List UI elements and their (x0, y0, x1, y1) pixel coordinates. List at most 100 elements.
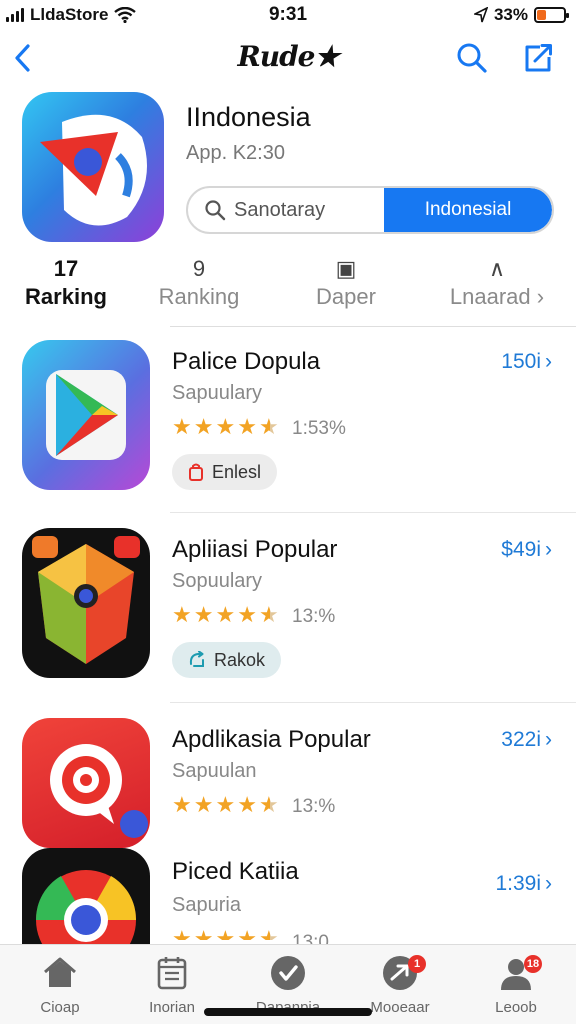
arrow-icon: 1 (350, 953, 450, 993)
star-icon: ★ (172, 414, 192, 439)
star-icon: ★ (215, 792, 236, 817)
price-label: 1:39i (495, 872, 541, 895)
star-half-icon: ★ (258, 414, 279, 439)
star-half-icon: ★ (258, 602, 279, 627)
star-icon: ★ (193, 602, 214, 627)
star-icon: ★ (215, 414, 236, 439)
bag-icon (189, 463, 203, 481)
app-title: Apdlikasia Popular (172, 726, 371, 753)
rating-count: 13:% (292, 796, 336, 817)
chevron-right-icon: › (545, 728, 552, 751)
search-placeholder: Sanotaray (234, 198, 326, 221)
app-title: Apliiasi Popular (172, 536, 338, 563)
rating-stars: ★★★★★ (172, 604, 279, 626)
bottom-tab-calendar[interactable]: Inorian (122, 953, 222, 1016)
bottom-tab-updates[interactable]: 1 Mooeaar (350, 953, 450, 1016)
price-label: $49i (501, 538, 541, 561)
tab-ranking-active[interactable]: 17 Rarking (18, 254, 114, 310)
battery-percent: 33% (493, 5, 528, 24)
status-bar: LldaStore 9:31 33% (0, 0, 576, 30)
status-right: 33% (473, 5, 569, 25)
star-half-icon: ★ (258, 792, 279, 817)
app-subtitle: Sopuulary (172, 570, 263, 592)
home-indicator[interactable] (204, 1008, 372, 1016)
app-icon[interactable] (22, 92, 164, 242)
action-button-label: Enlesl (212, 461, 262, 482)
rating-count: 13:0 (292, 932, 329, 944)
price-link[interactable]: 150i › (501, 350, 552, 374)
tab-icon: 17 (53, 256, 79, 281)
tab-icon: ▣ (335, 256, 357, 281)
star-icon: ★ (237, 602, 257, 627)
app-title: Piced Katiia (172, 858, 299, 885)
share-icon[interactable] (520, 40, 556, 76)
app-icon (22, 718, 150, 848)
app-icon (22, 340, 150, 490)
tab-daper[interactable]: ▣ Daper (300, 254, 392, 310)
search-field[interactable]: Sanotaray (188, 188, 384, 232)
price-label: 322i (501, 728, 541, 751)
star-icon: ★ (172, 602, 192, 627)
row-divider (170, 512, 576, 513)
app-subtitle: Sapuulan (172, 760, 257, 782)
bottom-tab-profile[interactable]: 18 Leoob (466, 953, 566, 1016)
app-logo-icon (40, 114, 147, 226)
chevron-right-icon: › (536, 284, 545, 309)
action-button-label: Rakok (214, 649, 266, 670)
tab-label: Ranking (158, 284, 240, 309)
chrome-app-icon (35, 870, 137, 944)
star-icon: ★ (193, 414, 214, 439)
rating-stars: ★★★★★ (172, 416, 279, 438)
refresh-icon (189, 651, 204, 667)
tab-icon: 9 (192, 256, 206, 281)
bottom-tab-check[interactable]: Dapanpia (238, 953, 338, 1016)
app-title: Palice Dopula (172, 348, 321, 375)
segmented-control: Sanotaray Indonesial (186, 186, 554, 234)
rating-stars: ★★★★★ (172, 794, 279, 816)
category-tabs: 17 Rarking 9 Ranking ▣ Daper ∧ Lnaarad › (0, 254, 576, 324)
star-icon: ★ (194, 928, 214, 940)
person-icon: 18 (466, 953, 566, 993)
calendar-icon (122, 953, 222, 993)
search-icon[interactable] (454, 40, 490, 76)
cube-app-icon (32, 536, 140, 664)
star-icon: ★ (215, 602, 236, 627)
star-icon: ★ (237, 792, 257, 817)
action-button[interactable]: Enlesl (172, 454, 278, 490)
chevron-right-icon: › (545, 538, 552, 561)
tab-ranking[interactable]: 9 Ranking (150, 254, 248, 310)
app-icon (22, 528, 150, 678)
location-icon (473, 7, 488, 23)
tab-lnaarad[interactable]: ∧ Lnaarad › (438, 254, 556, 310)
chevron-right-icon: › (545, 350, 552, 373)
bottom-tab-home[interactable]: Cioap (10, 953, 110, 1016)
app-subtitle: App. K2:30 (186, 142, 285, 164)
checkmark-icon (238, 953, 338, 993)
price-link[interactable]: $49i › (501, 538, 552, 562)
chevron-right-icon: › (545, 872, 552, 895)
tab-label: Rarking (25, 284, 107, 309)
app-subtitle: Sapuria (172, 894, 241, 916)
tab-label-text: Lnaarad (449, 284, 531, 309)
segment-active-button[interactable]: Indonesial (384, 188, 552, 232)
chat-app-icon (50, 744, 148, 838)
battery-icon (534, 7, 569, 23)
star-icon: ★ (237, 414, 257, 439)
battery-fill (537, 10, 546, 20)
app-icon (22, 848, 150, 944)
tab-label: Daper (316, 284, 376, 309)
price-label: 150i (501, 350, 541, 373)
app-subtitle: Sapuulary (172, 382, 263, 404)
notification-badge: 18 (524, 955, 542, 973)
price-link[interactable]: 1:39i › (495, 872, 552, 896)
action-button[interactable]: Rakok (172, 642, 282, 678)
play-store-icon (46, 370, 126, 460)
app-name: IIndonesia (186, 102, 311, 132)
tab-icon: ∧ (488, 256, 506, 281)
star-icon: ★ (172, 792, 192, 817)
bottom-tab-label: Leoob (495, 999, 537, 1016)
star-icon: ★ (172, 928, 192, 940)
row-divider (170, 702, 576, 703)
star-icon: ★ (193, 792, 214, 817)
price-link[interactable]: 322i › (501, 728, 552, 752)
